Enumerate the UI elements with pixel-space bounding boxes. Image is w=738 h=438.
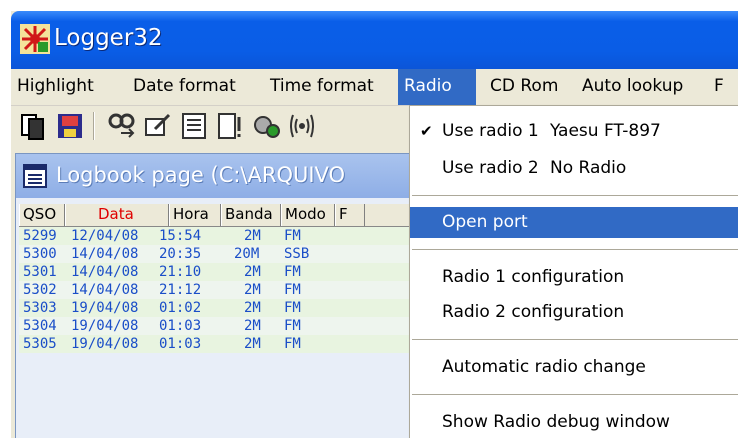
table-row[interactable]: 5304 19/04/08 01:03 2M FM bbox=[19, 317, 419, 335]
menu-item-use-radio-2[interactable]: Use radio 2 No Radio bbox=[410, 153, 738, 184]
menu-bar: Highlight Date format Time format Radio … bbox=[11, 69, 738, 106]
column-header-f[interactable]: F bbox=[335, 204, 365, 226]
menu-auto-lookup[interactable]: Auto lookup bbox=[576, 69, 689, 105]
cell-modo: SSB bbox=[284, 246, 310, 262]
cell-hora: 21:12 bbox=[159, 282, 202, 298]
save-log-icon[interactable] bbox=[55, 111, 85, 141]
list-icon[interactable] bbox=[179, 111, 209, 141]
edit-icon[interactable] bbox=[143, 111, 173, 141]
title-bar[interactable]: Logger32 bbox=[11, 11, 738, 69]
cell-data: 19/04/08 bbox=[71, 336, 139, 352]
menu-f[interactable]: F bbox=[708, 69, 730, 105]
column-header-qso[interactable]: QSO bbox=[19, 204, 65, 226]
use-radio-1-value: Yaesu FT-897 bbox=[550, 121, 661, 141]
cell-banda: 2M bbox=[244, 264, 261, 280]
cell-data: 19/04/08 bbox=[71, 300, 139, 316]
window-title: Logger32 bbox=[54, 25, 163, 51]
menu-date-format[interactable]: Date format bbox=[127, 69, 242, 105]
table-row[interactable]: 5302 14/04/08 21:12 2M FM bbox=[19, 281, 419, 299]
use-radio-1-label: Use radio 1 bbox=[442, 121, 539, 141]
cell-hora: 01:03 bbox=[159, 336, 202, 352]
cell-modo: FM bbox=[284, 282, 301, 298]
table-row[interactable]: 5299 12/04/08 15:54 2M FM bbox=[19, 227, 419, 245]
menu-cd-rom[interactable]: CD Rom bbox=[484, 69, 564, 105]
column-header-data[interactable]: Data bbox=[65, 204, 169, 226]
column-header-banda[interactable]: Banda bbox=[221, 204, 281, 226]
menu-item-automatic-radio-change[interactable]: Automatic radio change bbox=[410, 352, 738, 383]
cell-qso: 5300 bbox=[23, 246, 57, 262]
checkmark-icon: ✔ bbox=[420, 122, 433, 140]
cell-hora: 01:03 bbox=[159, 318, 202, 334]
use-radio-2-value: No Radio bbox=[550, 158, 627, 178]
cell-data: 14/04/08 bbox=[71, 246, 139, 262]
column-header-modo[interactable]: Modo bbox=[281, 204, 335, 226]
use-radio-2-label: Use radio 2 bbox=[442, 158, 539, 178]
cell-hora: 20:35 bbox=[159, 246, 202, 262]
cell-data: 19/04/08 bbox=[71, 318, 139, 334]
table-row[interactable]: 5301 14/04/08 21:10 2M FM bbox=[19, 263, 419, 281]
column-header-hora[interactable]: Hora bbox=[169, 204, 221, 226]
cell-modo: FM bbox=[284, 318, 301, 334]
cell-data: 14/04/08 bbox=[71, 264, 139, 280]
menu-separator bbox=[412, 195, 738, 196]
menu-item-radio-2-configuration[interactable]: Radio 2 configuration bbox=[410, 297, 738, 328]
menu-item-open-port[interactable]: Open port bbox=[410, 207, 738, 238]
menu-separator bbox=[412, 394, 738, 395]
menu-time-format[interactable]: Time format bbox=[264, 69, 380, 105]
toolbar-separator bbox=[93, 112, 95, 140]
menu-item-radio-1-configuration[interactable]: Radio 1 configuration bbox=[410, 262, 738, 293]
cell-hora: 21:10 bbox=[159, 264, 202, 280]
logbook-title-bar[interactable]: Logbook page (C:\ARQUIVO bbox=[16, 154, 416, 198]
table-row[interactable]: 5303 19/04/08 01:02 2M FM bbox=[19, 299, 419, 317]
cell-qso: 5299 bbox=[23, 228, 57, 244]
cell-hora: 15:54 bbox=[159, 228, 202, 244]
app-logo-icon bbox=[20, 24, 50, 54]
menu-item-use-radio-1[interactable]: ✔ Use radio 1 Yaesu FT-897 bbox=[410, 116, 738, 147]
settings-icon[interactable] bbox=[251, 111, 281, 141]
cell-modo: FM bbox=[284, 300, 301, 316]
menu-item-show-radio-debug-window[interactable]: Show Radio debug window bbox=[410, 407, 738, 438]
radio-antenna-icon[interactable] bbox=[287, 111, 317, 141]
cell-data: 14/04/08 bbox=[71, 282, 139, 298]
cell-modo: FM bbox=[284, 228, 301, 244]
cell-hora: 01:02 bbox=[159, 300, 202, 316]
cell-banda: 2M bbox=[244, 318, 261, 334]
cell-modo: FM bbox=[284, 264, 301, 280]
alert-document-icon[interactable] bbox=[215, 111, 245, 141]
cell-banda: 2M bbox=[244, 282, 261, 298]
logbook-rows: 5299 12/04/08 15:54 2M FM 5300 14/04/08 … bbox=[19, 227, 419, 353]
logbook-window: Logbook page (C:\ARQUIVO QSO Data Hora B… bbox=[15, 153, 419, 438]
menu-separator bbox=[412, 339, 738, 340]
table-row[interactable]: 5305 19/04/08 01:03 2M FM bbox=[19, 335, 419, 353]
cell-qso: 5302 bbox=[23, 282, 57, 298]
cell-banda: 2M bbox=[244, 336, 261, 352]
cell-qso: 5305 bbox=[23, 336, 57, 352]
logbook-icon bbox=[23, 164, 47, 188]
cell-qso: 5301 bbox=[23, 264, 57, 280]
logbook-column-headers: QSO Data Hora Banda Modo F bbox=[19, 204, 419, 227]
cell-banda: 20M bbox=[234, 246, 260, 262]
menu-highlight[interactable]: Highlight bbox=[11, 69, 100, 105]
menu-radio[interactable]: Radio bbox=[398, 69, 476, 105]
cell-banda: 2M bbox=[244, 228, 261, 244]
menu-separator bbox=[412, 249, 738, 250]
logger32-window: Logger32 Highlight Date format Time form… bbox=[11, 11, 738, 438]
cell-data: 12/04/08 bbox=[71, 228, 139, 244]
cell-qso: 5304 bbox=[23, 318, 57, 334]
logbook-title: Logbook page (C:\ARQUIVO bbox=[56, 163, 346, 187]
cell-banda: 2M bbox=[244, 300, 261, 316]
radio-dropdown-menu: ✔ Use radio 1 Yaesu FT-897 Use radio 2 N… bbox=[409, 105, 738, 438]
cell-modo: FM bbox=[284, 336, 301, 352]
find-icon[interactable] bbox=[107, 111, 137, 141]
copy-icon[interactable] bbox=[19, 111, 49, 141]
cell-qso: 5303 bbox=[23, 300, 57, 316]
table-row[interactable]: 5300 14/04/08 20:35 20M SSB bbox=[19, 245, 419, 263]
